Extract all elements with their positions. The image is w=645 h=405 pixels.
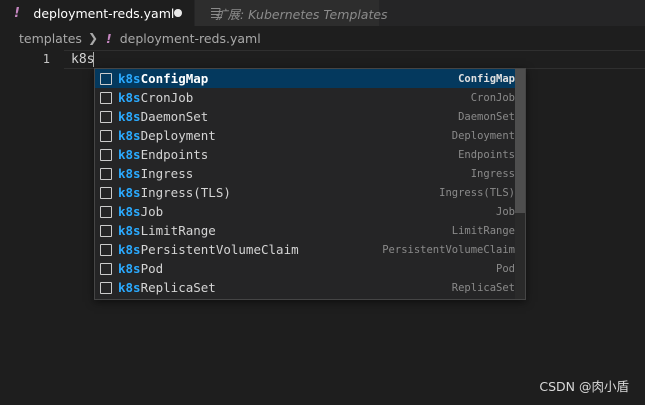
suggest-item-detail: Endpoints bbox=[458, 148, 515, 161]
yaml-exclamation-icon: ! bbox=[106, 30, 112, 46]
suggest-item-label: CronJob bbox=[140, 90, 194, 105]
code-line[interactable]: k8s bbox=[71, 50, 94, 69]
suggest-item-label: Endpoints bbox=[140, 147, 209, 162]
tab-label: 扩展: Kubernetes Templates bbox=[215, 6, 388, 22]
suggest-item-match: k8s bbox=[118, 147, 141, 162]
line-number: 1 bbox=[42, 52, 50, 66]
suggest-item-label: ReplicaSet bbox=[140, 280, 216, 295]
suggest-item-detail: PersistentVolumeClaim bbox=[382, 243, 515, 256]
suggest-item-label: DaemonSet bbox=[140, 109, 209, 124]
snippet-icon bbox=[100, 262, 112, 275]
suggest-item[interactable]: k8s Ingress(TLS) Ingress(TLS) bbox=[95, 183, 515, 202]
snippet-icon bbox=[100, 186, 112, 199]
suggest-item-match: k8s bbox=[118, 166, 141, 181]
suggest-item-label: Pod bbox=[140, 261, 164, 276]
suggest-item-match: k8s bbox=[118, 280, 141, 295]
current-line-highlight bbox=[64, 50, 645, 69]
suggest-item-detail: Ingress bbox=[470, 167, 515, 180]
suggest-scrollbar[interactable] bbox=[515, 69, 525, 299]
suggest-item-detail: LimitRange bbox=[451, 224, 515, 237]
suggest-item[interactable]: k8s Job Job bbox=[95, 202, 515, 221]
suggest-item-detail: Deployment bbox=[451, 129, 515, 142]
snippet-icon bbox=[100, 110, 112, 123]
suggest-item-match: k8s bbox=[118, 242, 141, 257]
suggest-item-match: k8s bbox=[118, 71, 141, 86]
snippet-icon bbox=[100, 167, 112, 180]
suggest-item-match: k8s bbox=[118, 109, 141, 124]
scrollbar-thumb[interactable] bbox=[515, 69, 525, 213]
suggest-item-label: Deployment bbox=[140, 128, 216, 143]
suggest-item-detail: Ingress(TLS) bbox=[439, 186, 515, 199]
suggest-item-label: PersistentVolumeClaim bbox=[140, 242, 299, 257]
suggest-item-detail: Job bbox=[496, 205, 515, 218]
suggest-item-match: k8s bbox=[118, 90, 141, 105]
suggest-item-label: Job bbox=[140, 204, 164, 219]
breadcrumb-file[interactable]: deployment-reds.yaml bbox=[120, 31, 261, 46]
suggest-item-label: Ingress(TLS) bbox=[140, 185, 231, 200]
tab-bar: ! deployment-reds.yaml 扩展: Kubernetes Te… bbox=[0, 0, 645, 26]
snippet-icon bbox=[100, 72, 112, 85]
chevron-right-icon: ❯ bbox=[87, 31, 99, 45]
suggest-item[interactable]: k8s LimitRange LimitRange bbox=[95, 221, 515, 240]
suggest-item[interactable]: k8s ReplicaSet ReplicaSet bbox=[95, 278, 515, 297]
suggest-item[interactable]: k8s Deployment Deployment bbox=[95, 126, 515, 145]
snippet-icon bbox=[100, 281, 112, 294]
tab-deployment-reds-yaml[interactable]: ! deployment-reds.yaml bbox=[0, 0, 194, 26]
text-cursor bbox=[93, 52, 94, 67]
snippet-icon bbox=[100, 224, 112, 237]
suggest-item[interactable]: k8s Ingress Ingress bbox=[95, 164, 515, 183]
unsaved-dot-icon[interactable] bbox=[174, 9, 182, 17]
suggest-item-label: LimitRange bbox=[140, 223, 216, 238]
tab-kubernetes-templates[interactable]: 扩展: Kubernetes Templates bbox=[194, 0, 388, 26]
watermark: CSDN @肉小盾 bbox=[539, 379, 629, 394]
suggest-item[interactable]: k8s DaemonSet DaemonSet bbox=[95, 107, 515, 126]
suggest-item-match: k8s bbox=[118, 261, 141, 276]
suggest-item-detail: ReplicaSet bbox=[451, 281, 515, 294]
suggest-item-label: Ingress bbox=[140, 166, 194, 181]
suggest-item-match: k8s bbox=[118, 185, 141, 200]
snippet-icon bbox=[100, 148, 112, 161]
editor-window: ! deployment-reds.yaml 扩展: Kubernetes Te… bbox=[0, 0, 645, 405]
breadcrumb: templates ❯ ! deployment-reds.yaml bbox=[0, 26, 645, 50]
suggest-item-label: ConfigMap bbox=[140, 71, 209, 86]
snippet-icon bbox=[100, 243, 112, 256]
tab-label: deployment-reds.yaml bbox=[33, 5, 175, 21]
snippet-icon bbox=[100, 129, 112, 142]
suggest-item[interactable]: k8s Endpoints Endpoints bbox=[95, 145, 515, 164]
suggest-item[interactable]: k8s PersistentVolumeClaim PersistentVolume… bbox=[95, 240, 515, 259]
suggest-item-detail: Pod bbox=[496, 262, 515, 275]
breadcrumb-folder[interactable]: templates bbox=[19, 31, 82, 46]
suggest-item[interactable]: k8s CronJob CronJob bbox=[95, 88, 515, 107]
snippet-icon bbox=[100, 91, 112, 104]
yaml-exclamation-icon: ! bbox=[14, 5, 20, 21]
suggest-list: k8s ConfigMap ConfigMap k8s CronJob CronJob k8… bbox=[95, 69, 515, 299]
suggest-item-detail: CronJob bbox=[470, 91, 515, 104]
suggest-item-match: k8s bbox=[118, 128, 141, 143]
suggest-item-detail: DaemonSet bbox=[458, 110, 515, 123]
suggest-item[interactable]: k8s ConfigMap ConfigMap bbox=[95, 69, 515, 88]
snippet-icon bbox=[100, 205, 112, 218]
suggest-item[interactable]: k8s Pod Pod bbox=[95, 259, 515, 278]
suggest-item-detail: ConfigMap bbox=[458, 72, 515, 85]
suggest-item-match: k8s bbox=[118, 204, 141, 219]
suggest-item-match: k8s bbox=[118, 223, 141, 238]
suggest-widget: k8s ConfigMap ConfigMap k8s CronJob CronJob k8… bbox=[94, 68, 526, 300]
